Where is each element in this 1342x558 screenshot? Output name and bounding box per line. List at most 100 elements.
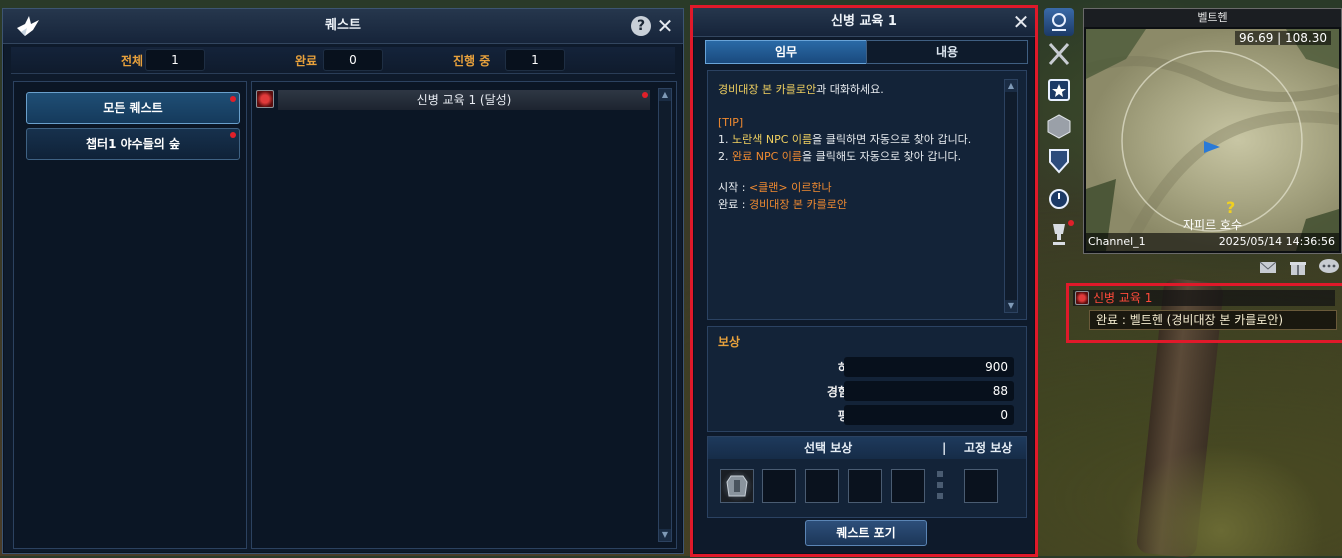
select-reward-label: 선택 보상	[804, 441, 853, 455]
reward-slot[interactable]	[762, 469, 796, 503]
end-npc-line: 완료 : 경비대장 본 카를로안	[718, 196, 998, 213]
map-pin-icon[interactable]	[1044, 8, 1074, 36]
tab-mission[interactable]: 임무	[705, 40, 867, 64]
star-calendar-icon[interactable]	[1044, 76, 1074, 104]
close-icon[interactable]: ✕	[655, 9, 675, 43]
quest-gem-icon	[1075, 291, 1089, 305]
category-chapter1[interactable]: 챕터1 야수들의 숲	[26, 128, 240, 160]
help-icon[interactable]: ?	[631, 16, 651, 36]
minimap: 벨트헨 ? 96.69 | 108.30 자피르 호수 Channel_1 20…	[1083, 8, 1342, 254]
tip-line-1: 1. 노란색 NPC 이름을 클릭하면 자동으로 찾아 갑니다.	[718, 131, 998, 148]
start-label: 시작 :	[718, 181, 749, 194]
content-scrollbar[interactable]: ▲ ▼	[1004, 79, 1018, 313]
minimap-view[interactable]: ? 96.69 | 108.30 자피르 호수 Channel_1 2025/0…	[1086, 29, 1339, 251]
quest-gem-icon	[256, 90, 274, 108]
datetime-label: 2025/05/14 14:36:56	[1218, 235, 1335, 248]
detail-window-title: 신병 교육 1	[831, 14, 897, 29]
tip-line-2: 2. 완료 NPC 이름을 클릭해도 자동으로 찾아 갑니다.	[718, 148, 998, 165]
stopwatch-icon[interactable]	[1044, 184, 1074, 212]
category-label: 챕터1 야수들의 숲	[86, 137, 180, 151]
reward-separator-dots	[937, 471, 943, 501]
reward-slot[interactable]	[891, 469, 925, 503]
quest-tracker: 신병 교육 1 완료 : 벨트헨 (경비대장 본 카를로안)	[1066, 283, 1342, 343]
quest-window-titlebar[interactable]: 퀘스트 ? ✕	[3, 9, 683, 44]
quest-list: 신병 교육 1 (달성) ▲ ▼	[251, 81, 677, 549]
objective-text: 과 대화하세요.	[816, 83, 884, 96]
crossed-swords-icon[interactable]	[1044, 40, 1074, 68]
cube-icon[interactable]	[1044, 112, 1074, 140]
quest-stats-bar: 전체 1 완료 0 진행 중 1	[11, 47, 675, 74]
notification-dot	[230, 96, 236, 102]
svg-text:?: ?	[1226, 198, 1235, 217]
guild-crest-icon[interactable]	[1044, 146, 1074, 174]
category-label: 모든 퀘스트	[103, 101, 163, 115]
quest-list-scrollbar[interactable]: ▲ ▼	[658, 88, 672, 542]
total-label: 전체	[121, 54, 144, 68]
npc-link[interactable]: 경비대장 본 카를로안	[718, 83, 816, 96]
start-npc-link[interactable]: <클랜> 이르한나	[749, 181, 832, 194]
in-progress-count: 1	[505, 49, 565, 71]
notification-dot	[642, 92, 648, 98]
category-all-quests[interactable]: 모든 퀘스트	[26, 92, 240, 124]
minimap-statusbar: Channel_1 2025/05/14 14:36:56	[1086, 233, 1339, 251]
tip-text: 을 클릭해도 자동으로 찾아 갑니다.	[802, 150, 962, 163]
tip-highlight: 완료 NPC 이름	[732, 150, 803, 163]
in-progress-label: 진행 중	[453, 54, 491, 68]
minimap-location: 자피르 호수	[1182, 218, 1242, 232]
detail-tabs: 임무 내용	[705, 40, 1028, 64]
minimap-region: 벨트헨	[1084, 9, 1341, 27]
reward-value: 0	[844, 405, 1014, 425]
quest-title-text: 신병 교육 1 (달성)	[416, 93, 512, 107]
scroll-up-icon[interactable]: ▲	[1005, 80, 1017, 92]
mail-icon[interactable]	[1258, 258, 1278, 276]
scroll-down-icon[interactable]: ▼	[1005, 300, 1017, 312]
tracker-title: 신병 교육 1	[1093, 291, 1153, 305]
done-count: 0	[323, 49, 383, 71]
quest-detail-window: 신병 교육 1 ✕ 임무 내용 경비대장 본 카를로안과 대화하세요. [TIP…	[690, 5, 1038, 557]
quest-window-title: 퀘스트	[325, 18, 361, 33]
close-icon[interactable]: ✕	[1011, 8, 1031, 36]
tracker-quest[interactable]: 신병 교육 1	[1073, 290, 1335, 306]
trophy-icon[interactable]	[1044, 220, 1074, 248]
quest-list-item-title[interactable]: 신병 교육 1 (달성)	[278, 90, 650, 110]
armor-icon	[726, 475, 748, 497]
fixed-reward-label: 고정 보상	[964, 441, 1013, 455]
give-up-quest-button[interactable]: 퀘스트 포기	[805, 520, 927, 546]
reward-slot[interactable]	[805, 469, 839, 503]
fixed-reward-slot[interactable]	[964, 469, 998, 503]
reward-row-heim: 하임 900	[708, 357, 1026, 377]
scroll-down-icon[interactable]: ▼	[659, 529, 671, 541]
scroll-up-icon[interactable]: ▲	[659, 89, 671, 101]
notification-dot	[1068, 220, 1074, 226]
done-label: 완료	[295, 54, 318, 68]
reward-section: 보상 하임 900 경험치 88 평판 0	[707, 326, 1027, 432]
tip-text: 을 클릭하면 자동으로 찾아 갑니다.	[812, 133, 972, 146]
reward-slot[interactable]	[848, 469, 882, 503]
mission-content: 경비대장 본 카를로안과 대화하세요. [TIP] 1. 노란색 NPC 이름을…	[707, 70, 1027, 320]
mission-objective: 경비대장 본 카를로안과 대화하세요.	[718, 81, 998, 98]
reward-value: 900	[844, 357, 1014, 377]
reward-value: 88	[844, 381, 1014, 401]
quest-category-list: 모든 퀘스트 챕터1 야수들의 숲	[13, 81, 247, 549]
tracker-objective[interactable]: 완료 : 벨트헨 (경비대장 본 카를로안)	[1089, 310, 1337, 330]
channel-label: Channel_1	[1088, 235, 1146, 248]
detail-window-titlebar[interactable]: 신병 교육 1 ✕	[693, 8, 1035, 37]
quest-list-item[interactable]: 신병 교육 1 (달성)	[256, 90, 650, 110]
tab-label: 내용	[935, 45, 959, 59]
end-npc-link[interactable]: 경비대장 본 카를로안	[749, 198, 847, 211]
tip-number: 2.	[718, 150, 732, 163]
player-coordinates: 96.69 | 108.30	[1234, 31, 1331, 45]
reward-slot-armor[interactable]	[720, 469, 754, 503]
tip-number: 1.	[718, 133, 732, 146]
start-npc-line: 시작 : <클랜> 이르한나	[718, 179, 998, 196]
end-label: 완료 :	[718, 198, 749, 211]
tab-content[interactable]: 내용	[866, 40, 1028, 64]
notification-dot	[230, 132, 236, 138]
bird-logo-icon	[17, 16, 39, 36]
gift-icon[interactable]	[1288, 258, 1308, 276]
quest-window: 퀘스트 ? ✕ 전체 1 완료 0 진행 중 1 모든 퀘스트 챕터1 야수들의…	[2, 8, 684, 554]
chat-bubble-icon[interactable]	[1318, 258, 1340, 276]
reward-divider: |	[942, 441, 947, 455]
total-count: 1	[145, 49, 205, 71]
tip-header: [TIP]	[718, 116, 744, 129]
